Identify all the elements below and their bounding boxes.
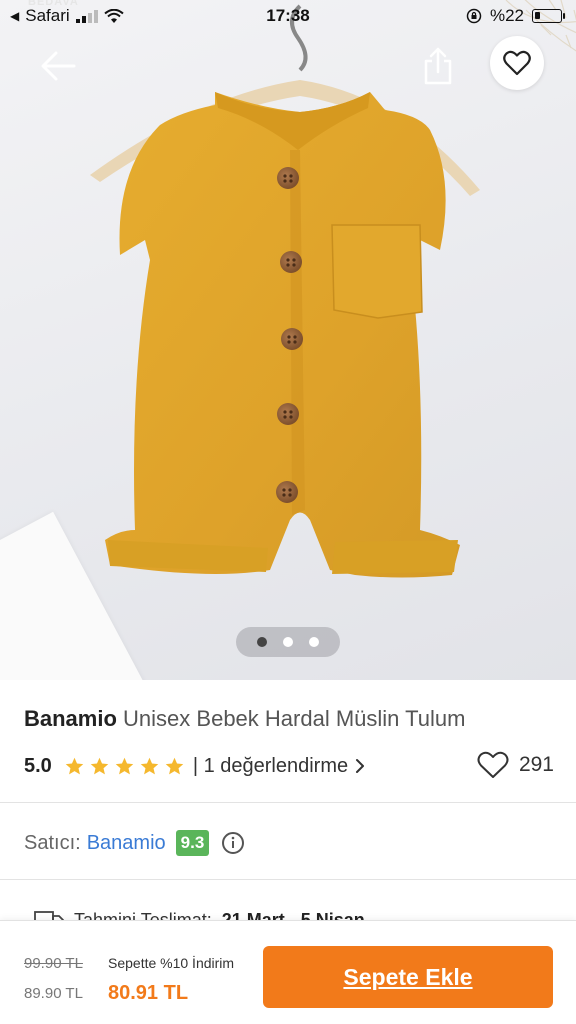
battery-icon [532,9,565,23]
star-icon [90,757,109,774]
heart-outline-icon [477,751,509,778]
seller-name-link[interactable]: Banamio [87,832,166,855]
cart-discount-label: Sepette %10 İndirim [108,955,235,971]
share-icon [424,47,452,85]
product-image-gallery[interactable]: BEDAVA ◀ Safari 17:38 %22 [0,0,576,680]
rating-row: 5.0 | 1 değerlendirme 291 [24,751,554,781]
like-counter[interactable]: 291 [477,751,554,779]
heart-icon [503,50,531,76]
rating-score: 5.0 [24,754,52,777]
pager-dot-3[interactable] [309,637,319,647]
divider [0,802,576,803]
pager-dot-1[interactable] [257,637,267,647]
reviews-count: | 1 değerlendirme [192,754,349,777]
star-icon [165,757,184,774]
share-button[interactable] [420,46,456,86]
info-icon[interactable] [221,831,245,855]
final-price: 80.91 TL [108,982,189,1004]
product-name: Unisex Bebek Hardal Müslin Tulum [123,706,466,731]
status-bar: BEDAVA ◀ Safari 17:38 %22 [0,0,576,34]
seller-row: Satıcı: Banamio 9.3 [24,828,245,858]
list-price: 89.90 TL [24,985,83,1002]
like-count: 291 [518,753,554,776]
star-icon [65,757,84,774]
reviews-link[interactable]: | 1 değerlendirme [193,755,368,778]
star-icon [115,757,134,774]
gallery-pager[interactable] [236,627,340,657]
divider [0,879,576,880]
seller-score-badge: 9.3 [175,830,210,856]
orientation-lock-icon [466,8,482,24]
status-right-group: %22 [466,6,565,26]
arrow-left-icon [41,51,76,81]
chevron-right-icon [356,759,365,773]
battery-percent: %22 [489,6,524,25]
product-brand[interactable]: Banamio [24,706,117,731]
back-button[interactable] [38,48,78,84]
rating-stars [64,756,185,777]
add-to-cart-button[interactable]: Sepete Ekle [263,946,553,1008]
star-icon [140,757,159,774]
old-price: 99.90 TL [24,955,83,972]
favorite-button[interactable] [490,36,544,90]
product-photo-romper [90,4,480,578]
seller-label: Satıcı: [24,831,81,854]
pager-dot-2[interactable] [283,637,293,647]
product-title: Banamio Unisex Bebek Hardal Müslin Tulum [24,706,465,732]
bottom-purchase-bar: 99.90 TL 89.90 TL Sepette %10 İndirim 80… [0,920,576,1024]
